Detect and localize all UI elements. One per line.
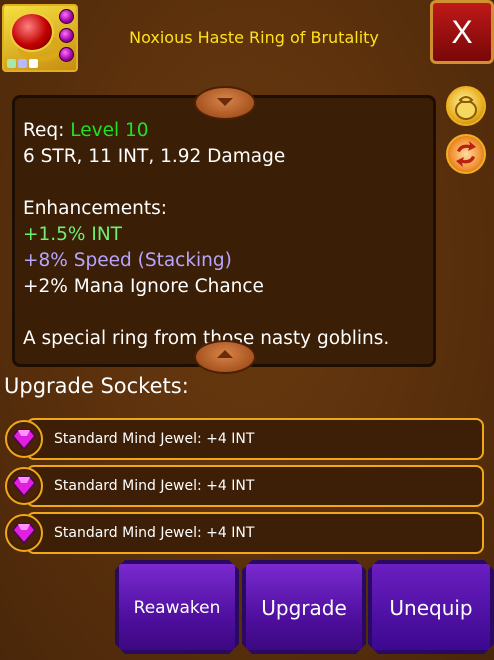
chevron-down-icon [217, 98, 233, 106]
close-button[interactable]: X [430, 0, 494, 64]
socket-label: Standard Mind Jewel: +4 INT [54, 525, 255, 541]
enhancement-int: +1.5% INT [23, 224, 122, 245]
purple-gem-icon [5, 514, 43, 552]
req-prefix: Req: [23, 120, 71, 141]
stats-line: 6 STR, 11 INT, 1.92 Damage [23, 146, 286, 167]
enhancement-mana-ignore: +2% Mana Ignore Chance [23, 276, 264, 297]
socket-row[interactable]: Standard Mind Jewel: +4 INT [26, 512, 484, 554]
socket-label: Standard Mind Jewel: +4 INT [54, 431, 255, 447]
enhancement-speed: +8% Speed (Stacking) [23, 250, 232, 271]
description-panel[interactable]: Req: Level 10 6 STR, 11 INT, 1.92 Damage… [12, 95, 436, 367]
purple-gem-icon [5, 467, 43, 505]
scroll-down-button[interactable] [194, 86, 256, 120]
ring-item-icon [2, 4, 78, 72]
rarity-dots [7, 59, 38, 68]
socket-row[interactable]: Standard Mind Jewel: +4 INT [26, 465, 484, 507]
reawaken-button[interactable]: Reawaken [115, 560, 239, 654]
upgrade-sockets-label: Upgrade Sockets: [4, 374, 189, 398]
gold-bag-button[interactable] [446, 86, 486, 126]
purple-gem-icon [5, 420, 43, 458]
unequip-button[interactable]: Unequip [368, 560, 494, 654]
enhancements-label: Enhancements: [23, 198, 168, 219]
socket-row[interactable]: Standard Mind Jewel: +4 INT [26, 418, 484, 460]
item-name: Noxious Haste Ring of Brutality [129, 28, 379, 47]
scroll-up-button[interactable] [194, 340, 256, 374]
socket-label: Standard Mind Jewel: +4 INT [54, 478, 255, 494]
socket-gem-icon-1 [59, 9, 74, 24]
upgrade-button[interactable]: Upgrade [242, 560, 366, 654]
req-level: Level 10 [70, 120, 149, 141]
socket-gem-icon-3 [59, 47, 74, 62]
requirement-line: Req: Level 10 [23, 118, 427, 144]
gold-bag-icon [455, 96, 477, 120]
swap-icon [456, 141, 476, 167]
red-gem-icon [10, 12, 54, 52]
swap-button[interactable] [446, 134, 486, 174]
chevron-up-icon [217, 350, 233, 358]
socket-gem-icon-2 [59, 28, 74, 43]
